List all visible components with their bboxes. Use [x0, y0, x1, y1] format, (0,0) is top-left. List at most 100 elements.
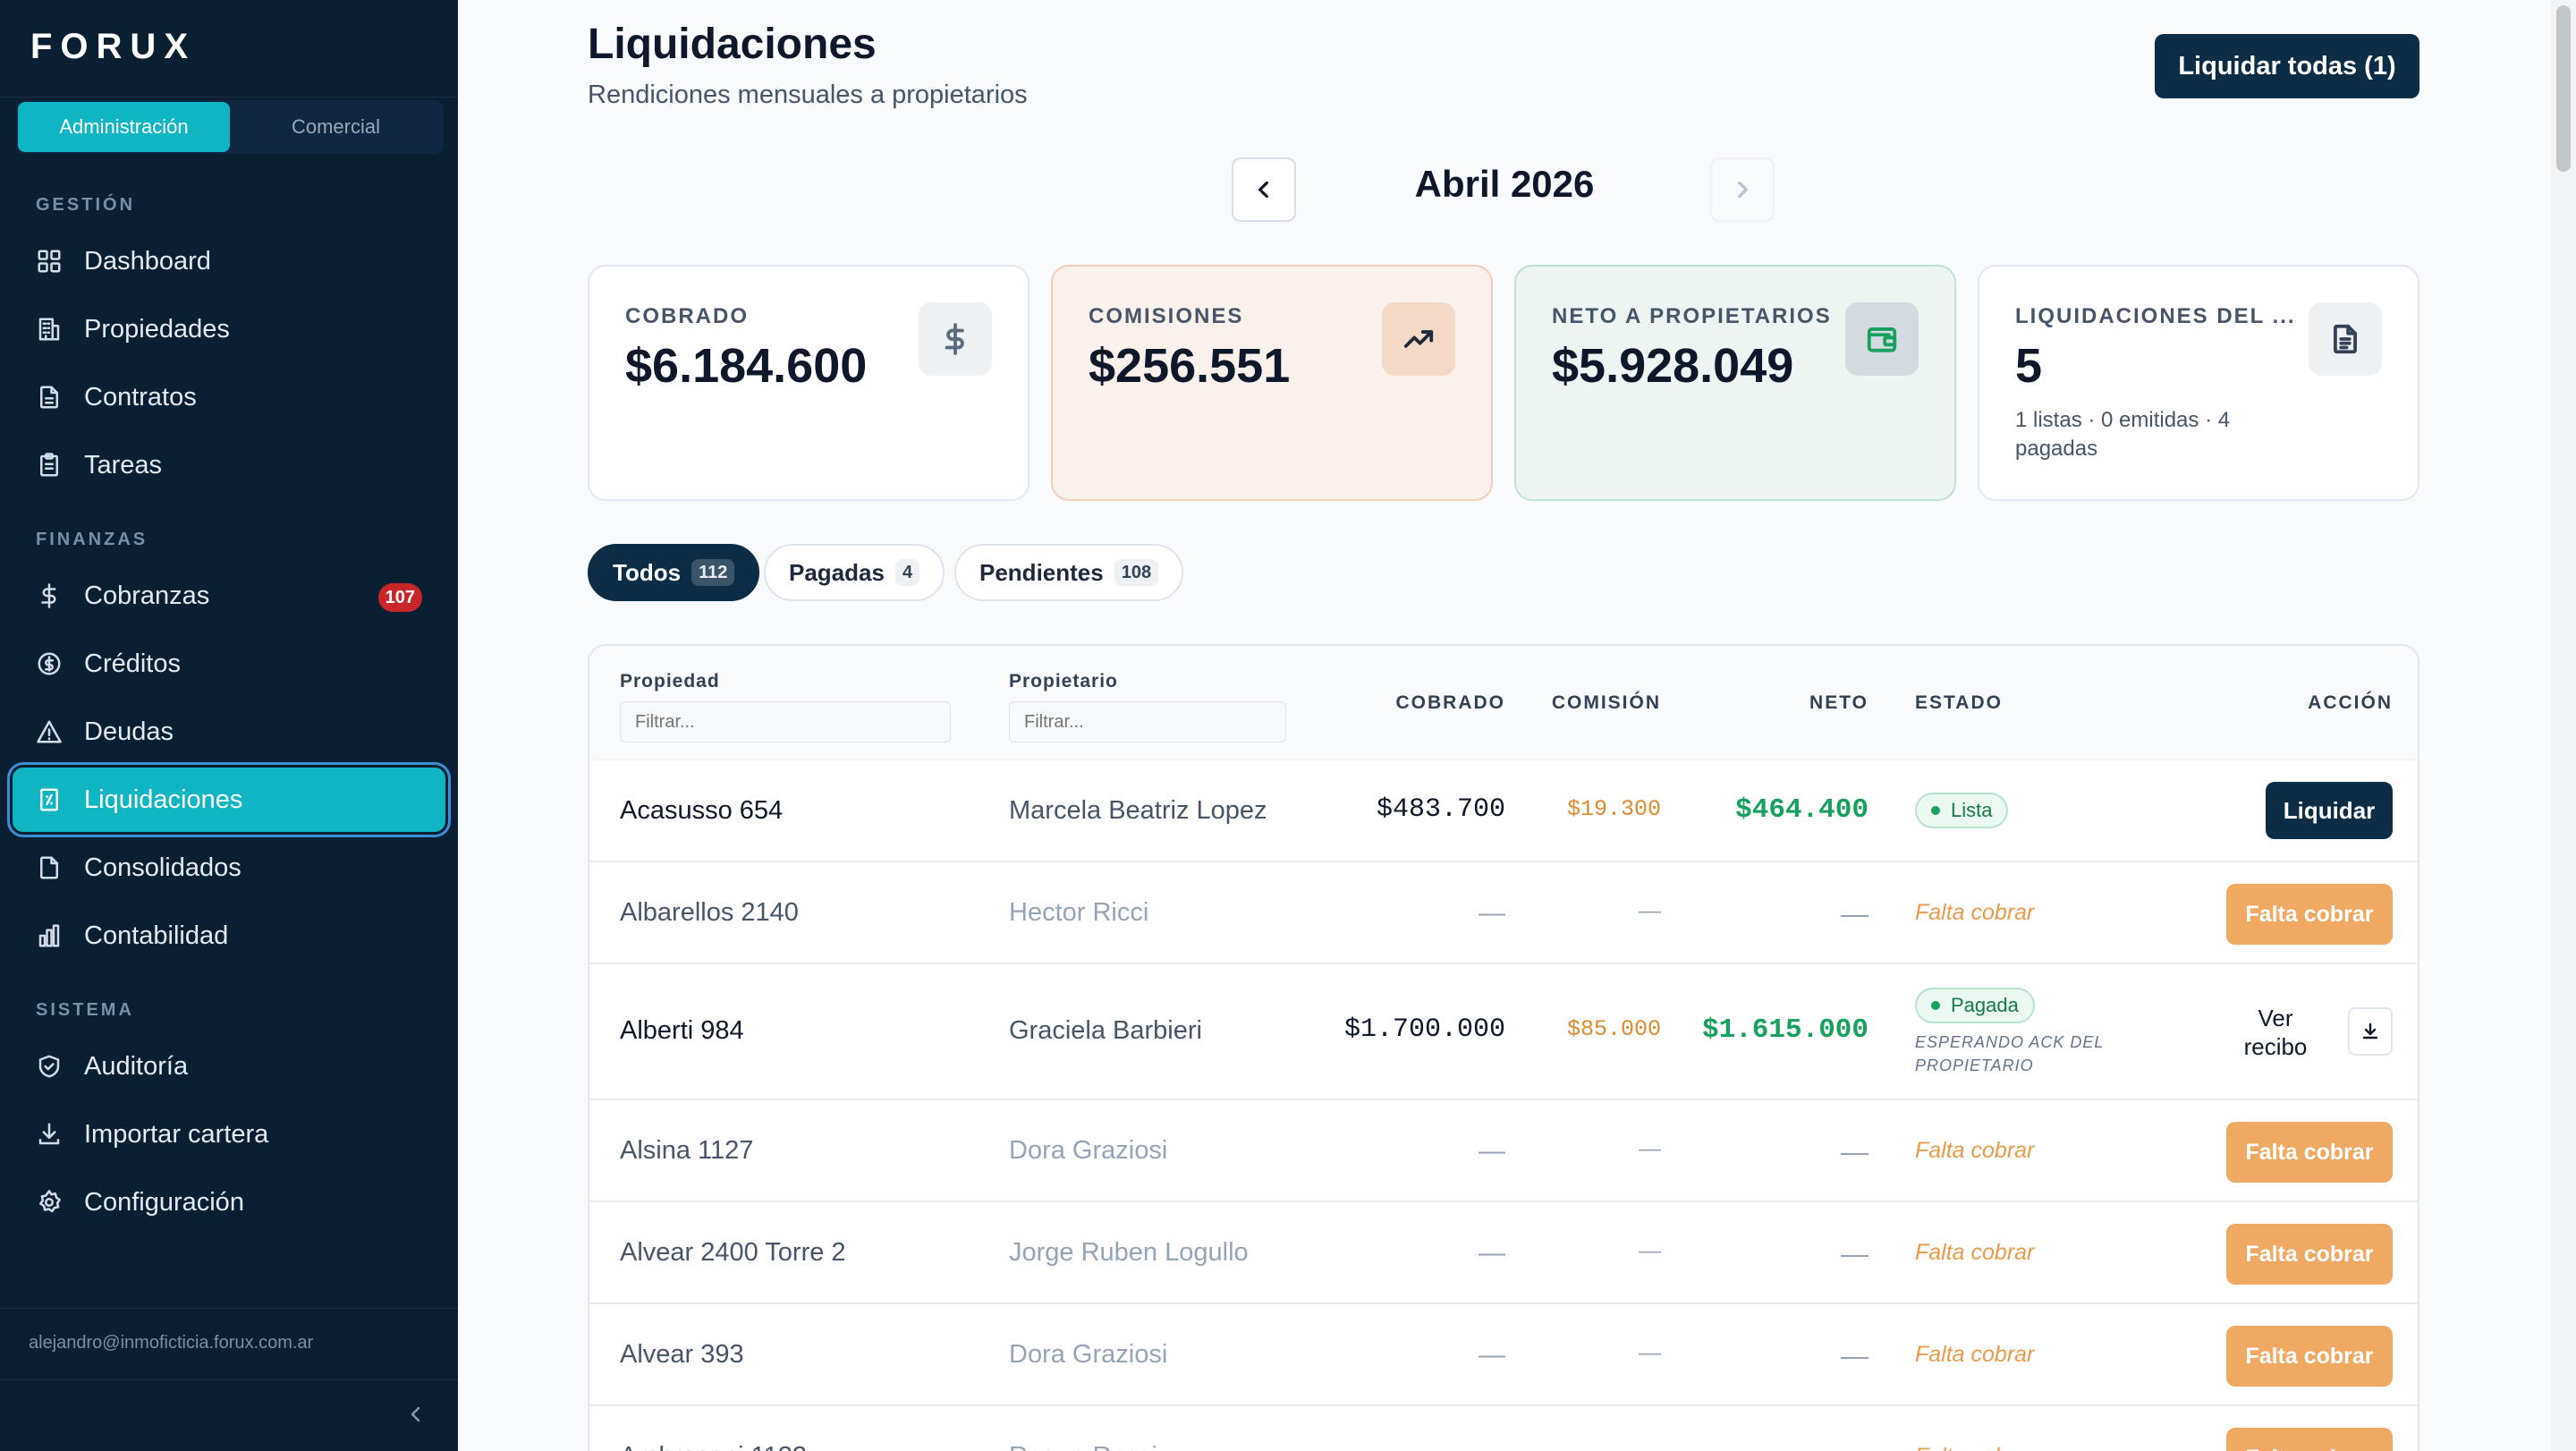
card-label: COBRADO [625, 304, 749, 328]
sidebar-item-liquidaciones[interactable]: Liquidaciones [13, 768, 445, 832]
shield-check-icon [36, 1053, 63, 1080]
download-receipt-button[interactable] [2348, 1007, 2393, 1056]
status-badge: Pagada [1915, 988, 2035, 1023]
column-header-propiedad: Propiedad [620, 671, 720, 692]
page-scrollbar[interactable] [2551, 0, 2576, 1451]
comision-cell: — [1639, 898, 1661, 923]
status-text: Falta cobrar [1915, 1444, 2034, 1451]
current-month-label: Abril 2026 [1414, 163, 1595, 205]
sidebar-item-tareas[interactable]: Tareas [13, 433, 445, 497]
column-header-estado: ESTADO [1915, 692, 2003, 713]
status-label: Pagada [1951, 994, 2019, 1016]
card-label: LIQUIDACIONES DEL ... [2015, 304, 2296, 328]
receipt-icon [36, 786, 63, 813]
dollar-icon [919, 302, 992, 376]
table-row: Alsina 1127 Dora Graziosi — — — Falta co… [589, 1100, 2418, 1202]
card-value: $5.928.049 [1552, 339, 1794, 393]
falta-cobrar-button[interactable]: Falta cobrar [2226, 1122, 2393, 1183]
propietario-cell: Dora Graziosi [1009, 1340, 1168, 1369]
propiedad-filter-input[interactable] [620, 701, 951, 742]
sidebar-item-configuracion[interactable]: Configuración [13, 1170, 445, 1235]
tab-pendientes[interactable]: Pendientes 108 [954, 544, 1184, 601]
sidebar: FORUX Administración Comercial GESTIÓN D… [0, 0, 458, 1451]
ver-recibo-link[interactable]: Ver recibo [2235, 1004, 2316, 1061]
falta-cobrar-button[interactable]: Falta cobrar [2226, 1326, 2393, 1387]
gear-icon [36, 1189, 63, 1216]
neto-cell: — [1841, 1442, 1868, 1451]
chevron-left-icon [411, 1406, 420, 1422]
sidebar-item-label: Cobranzas [84, 581, 210, 610]
mode-administracion-button[interactable]: Administración [18, 102, 230, 152]
comision-cell: — [1639, 1442, 1661, 1451]
footer-divider [0, 1308, 458, 1309]
comision-cell: — [1639, 1136, 1661, 1161]
propiedad-cell: Albarellos 2140 [620, 898, 799, 927]
cobrado-cell: $1.700.000 [1343, 1014, 1505, 1045]
falta-cobrar-button[interactable]: Falta cobrar [2226, 1428, 2393, 1451]
sidebar-item-creditos[interactable]: Créditos [13, 632, 445, 696]
status-text: Falta cobrar [1915, 1342, 2035, 1367]
sidebar-item-auditoria[interactable]: Auditoría [13, 1034, 445, 1099]
sidebar-item-label: Auditoría [84, 1051, 189, 1081]
table-header: Propiedad Propietario COBRADO COMISIÓN N… [589, 646, 2418, 760]
propietario-cell: Hector Ricci [1009, 898, 1149, 927]
collapse-sidebar-button[interactable] [402, 1401, 429, 1428]
neto-cell: — [1841, 1238, 1868, 1269]
tab-todos[interactable]: Todos 112 [588, 544, 760, 601]
tab-label: Pendientes [979, 558, 1104, 586]
sidebar-item-deudas[interactable]: Deudas [13, 700, 445, 764]
propietario-cell: Jorge Ruben Logullo [1009, 1238, 1249, 1267]
tab-label: Todos [613, 558, 682, 586]
card-value: $256.551 [1089, 339, 1291, 393]
next-month-button[interactable] [1710, 157, 1775, 222]
page-subtitle: Rendiciones mensuales a propietarios [588, 81, 1028, 109]
cobrado-cell: — [1479, 1340, 1505, 1370]
sidebar-item-contratos[interactable]: Contratos [13, 365, 445, 429]
liquidar-button[interactable]: Liquidar [2266, 782, 2393, 839]
section-finanzas-label: FINANZAS [36, 530, 148, 549]
card-neto-propietarios: NETO A PROPIETARIOS $5.928.049 [1514, 265, 1956, 501]
sidebar-item-contabilidad[interactable]: Contabilidad [13, 904, 445, 968]
comision-cell: $85.000 [1566, 1016, 1661, 1042]
sidebar-item-dashboard[interactable]: Dashboard [13, 229, 445, 293]
sidebar-item-label: Propiedades [84, 314, 230, 344]
falta-cobrar-button[interactable]: Falta cobrar [2226, 884, 2393, 945]
tab-count: 4 [894, 559, 920, 586]
sidebar-item-consolidados[interactable]: Consolidados [13, 836, 445, 900]
propietario-cell: Dora Graziosi [1009, 1136, 1168, 1165]
neto-cell: $1.615.000 [1701, 1014, 1868, 1046]
column-header-propietario: Propietario [1009, 671, 1118, 692]
app-logo[interactable]: FORUX [30, 27, 196, 67]
download-icon [36, 1121, 63, 1148]
previous-month-button[interactable] [1232, 157, 1296, 222]
cobrado-cell: — [1479, 1442, 1505, 1451]
sidebar-item-propiedades[interactable]: Propiedades [13, 297, 445, 361]
comision-cell: $19.300 [1566, 796, 1661, 822]
propiedad-cell: Alvear 393 [620, 1340, 744, 1369]
wallet-icon [1845, 302, 1919, 376]
liquidaciones-table: Propiedad Propietario COBRADO COMISIÓN N… [588, 644, 2419, 1451]
sidebar-item-label: Importar cartera [84, 1119, 269, 1149]
cobrado-cell: — [1479, 1238, 1505, 1268]
falta-cobrar-button[interactable]: Falta cobrar [2226, 1224, 2393, 1285]
tab-pagadas[interactable]: Pagadas 4 [764, 544, 945, 601]
sidebar-item-label: Créditos [84, 649, 181, 678]
column-header-accion: ACCIÓN [2308, 692, 2393, 713]
mode-comercial-button[interactable]: Comercial [230, 102, 442, 152]
propiedad-cell: Alvear 2400 Torre 2 [620, 1238, 846, 1267]
file-icon [36, 854, 63, 881]
neto-cell: $464.400 [1735, 794, 1868, 826]
propietario-filter-input[interactable] [1009, 701, 1286, 742]
sidebar-item-cobranzas[interactable]: Cobranzas 107 [13, 564, 445, 628]
sidebar-item-importar-cartera[interactable]: Importar cartera [13, 1102, 445, 1167]
scrollbar-thumb[interactable] [2556, 5, 2571, 172]
status-subtext: ESPERANDO ACK DEL PROPIETARIO [1915, 1033, 2105, 1074]
mode-switch: Administración Comercial [16, 100, 444, 154]
propiedad-cell: Acasusso 654 [620, 796, 784, 825]
table-row: Ambrosoni 1122 Roque Rossi — — — Falta c… [589, 1406, 2418, 1451]
status-badge: Lista [1915, 793, 2009, 828]
liquidar-todas-button[interactable]: Liquidar todas (1) [2155, 34, 2419, 98]
tab-count: 108 [1114, 559, 1159, 586]
cobranzas-count-badge: 107 [377, 583, 422, 612]
cobrado-cell: — [1479, 1136, 1505, 1166]
